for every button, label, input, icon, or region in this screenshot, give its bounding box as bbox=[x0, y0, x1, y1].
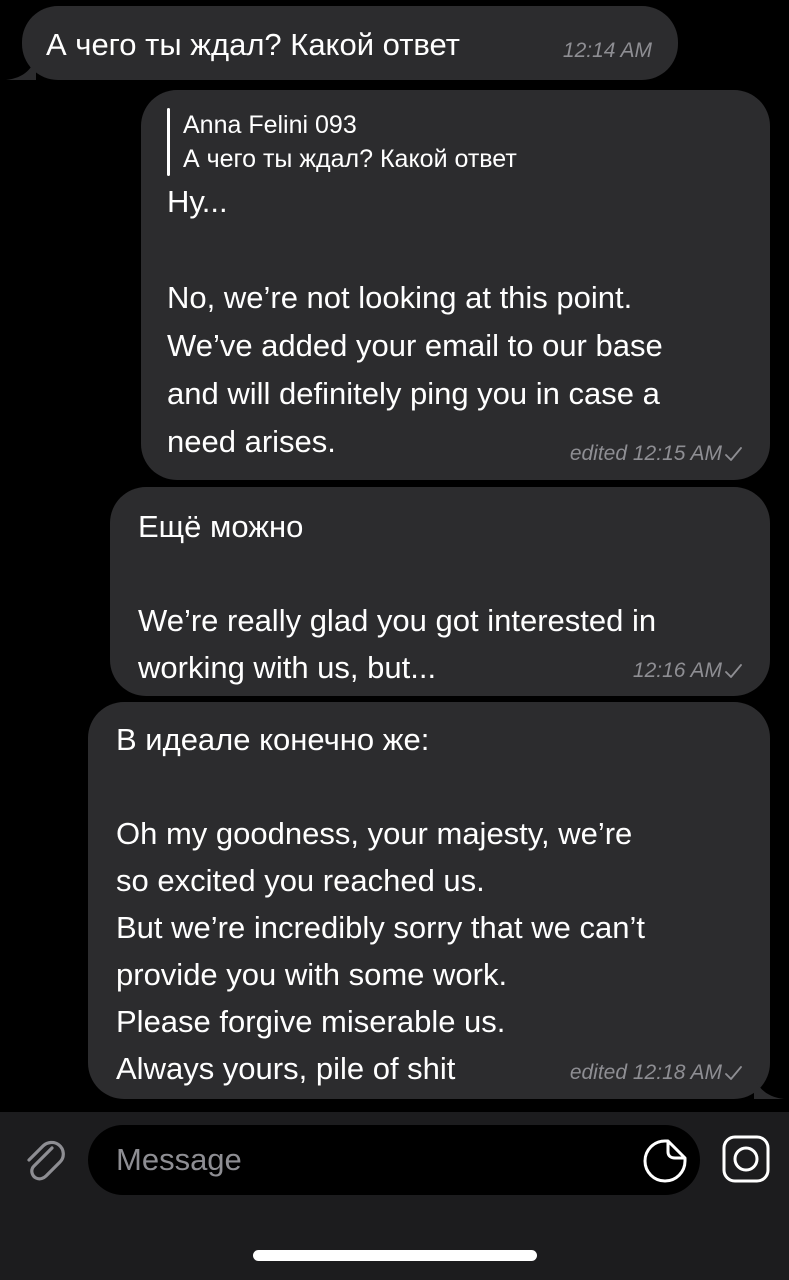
message-text: Ну... No, we’re not looking at this poin… bbox=[167, 184, 663, 459]
reply-quote-bar bbox=[167, 108, 170, 176]
message-time: 12:14 AM bbox=[562, 39, 652, 62]
message-text: А чего ты ждал? Какой ответ bbox=[46, 27, 460, 62]
reply-quote[interactable]: Anna Felini 093 А чего ты ждал? Какой от… bbox=[167, 108, 750, 176]
chat-screen: А чего ты ждал? Какой ответ 12:14 AM Ann… bbox=[0, 0, 789, 1280]
message-time: 12:16 AM bbox=[633, 659, 742, 683]
message-time: edited 12:18 AM bbox=[570, 1061, 742, 1085]
reply-author: Anna Felini 093 bbox=[183, 111, 357, 139]
message-bubble-outgoing[interactable]: Ещё можно We’re really glad you got inte… bbox=[110, 487, 770, 696]
message-time-label: edited 12:15 AM bbox=[569, 442, 722, 465]
camera-icon[interactable] bbox=[720, 1133, 772, 1185]
message-time-label: 12:16 AM bbox=[632, 659, 722, 682]
bubble-tail bbox=[6, 54, 36, 80]
message-time-label: edited 12:18 AM bbox=[569, 1061, 722, 1084]
checkmark-icon bbox=[725, 447, 742, 462]
bubble-tail bbox=[754, 1073, 784, 1099]
message-input-field[interactable] bbox=[88, 1125, 700, 1195]
reply-text: А чего ты ждал? Какой ответ bbox=[183, 145, 517, 173]
home-indicator[interactable] bbox=[253, 1250, 537, 1261]
paperclip-icon[interactable] bbox=[18, 1134, 70, 1186]
message-text: В идеале конечно же: Oh my goodness, you… bbox=[116, 722, 645, 1086]
sticker-icon[interactable] bbox=[640, 1136, 690, 1186]
message-time: edited 12:15 AM bbox=[570, 442, 742, 466]
checkmark-icon bbox=[725, 664, 742, 679]
message-bubble-incoming[interactable]: А чего ты ждал? Какой ответ 12:14 AM bbox=[6, 6, 678, 80]
checkmark-icon bbox=[725, 1066, 742, 1081]
message-input[interactable] bbox=[116, 1125, 636, 1195]
message-bubble-outgoing[interactable]: Anna Felini 093 А чего ты ждал? Какой от… bbox=[141, 90, 770, 480]
message-bubble-outgoing[interactable]: В идеале конечно же: Oh my goodness, you… bbox=[88, 702, 784, 1099]
